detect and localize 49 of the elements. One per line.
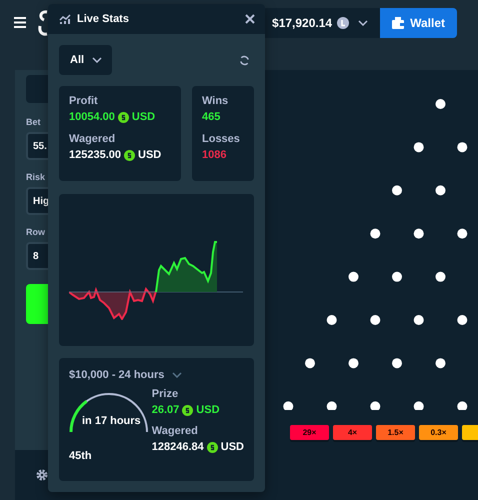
input-field[interactable]: 55. bbox=[26, 132, 48, 160]
field-label: Row bbox=[26, 227, 46, 237]
stat-value: 125235.00 bbox=[69, 149, 121, 161]
stat-label: Losses bbox=[202, 133, 241, 145]
dollar-coin-icon bbox=[124, 150, 135, 160]
currency-label: USD bbox=[138, 149, 162, 161]
close-button[interactable] bbox=[245, 14, 255, 24]
stat-value: 465 bbox=[202, 111, 220, 123]
stat-value: 10054.00 bbox=[69, 111, 115, 123]
multiplier-slot: 29× bbox=[290, 425, 329, 440]
input-field[interactable]: 8 bbox=[26, 242, 48, 270]
balance-amount: $17,920.14 bbox=[272, 16, 332, 30]
field-label: Risk bbox=[26, 172, 46, 182]
field-label: Bet bbox=[26, 117, 42, 127]
stats-icon bbox=[59, 14, 71, 24]
stat-value: 26.07 bbox=[152, 404, 180, 416]
mode-toggle[interactable] bbox=[26, 75, 48, 103]
chevron-icon bbox=[92, 57, 102, 63]
settings-icon[interactable] bbox=[36, 469, 48, 481]
multiplier-slot: 1.5× bbox=[376, 425, 415, 440]
dollar-coin-icon bbox=[182, 404, 194, 416]
race-dropdown[interactable]: $10,000 - 24 hours bbox=[69, 369, 182, 381]
stat-label: Profit bbox=[69, 95, 99, 107]
stat-value: 1086 bbox=[202, 149, 226, 161]
logo-icon[interactable] bbox=[38, 10, 48, 36]
stat-label: Wins bbox=[202, 95, 230, 107]
stat-value: 128246.84 bbox=[152, 441, 204, 453]
chevron-icon bbox=[358, 20, 368, 26]
stat-label: Wagered bbox=[152, 425, 199, 437]
stat-label: Wagered bbox=[69, 133, 116, 145]
multiplier-slot: 0.3× bbox=[419, 425, 458, 440]
menu-icon[interactable] bbox=[14, 17, 26, 28]
dollar-coin-icon bbox=[206, 442, 218, 452]
balance-selector[interactable]: $17,920.14 bbox=[262, 8, 380, 38]
wallet-button[interactable]: Wallet bbox=[380, 8, 457, 38]
stat-label: Prize bbox=[152, 388, 180, 400]
dollar-coin-icon bbox=[118, 112, 129, 122]
panel-title: Live Stats bbox=[77, 13, 130, 25]
currency-label: USD bbox=[220, 441, 244, 453]
refresh-icon[interactable] bbox=[239, 54, 250, 66]
currency-label: USD bbox=[132, 111, 156, 123]
currency-label: USD bbox=[196, 404, 220, 416]
wallet-icon bbox=[392, 16, 404, 28]
chevron-icon bbox=[172, 372, 182, 378]
filter-dropdown[interactable]: All bbox=[59, 45, 112, 75]
multiplier-slot: 4× bbox=[333, 425, 372, 440]
coin-icon bbox=[337, 16, 350, 28]
time-left: in 17 hours bbox=[82, 415, 141, 427]
rank-label: 45th bbox=[69, 450, 93, 462]
